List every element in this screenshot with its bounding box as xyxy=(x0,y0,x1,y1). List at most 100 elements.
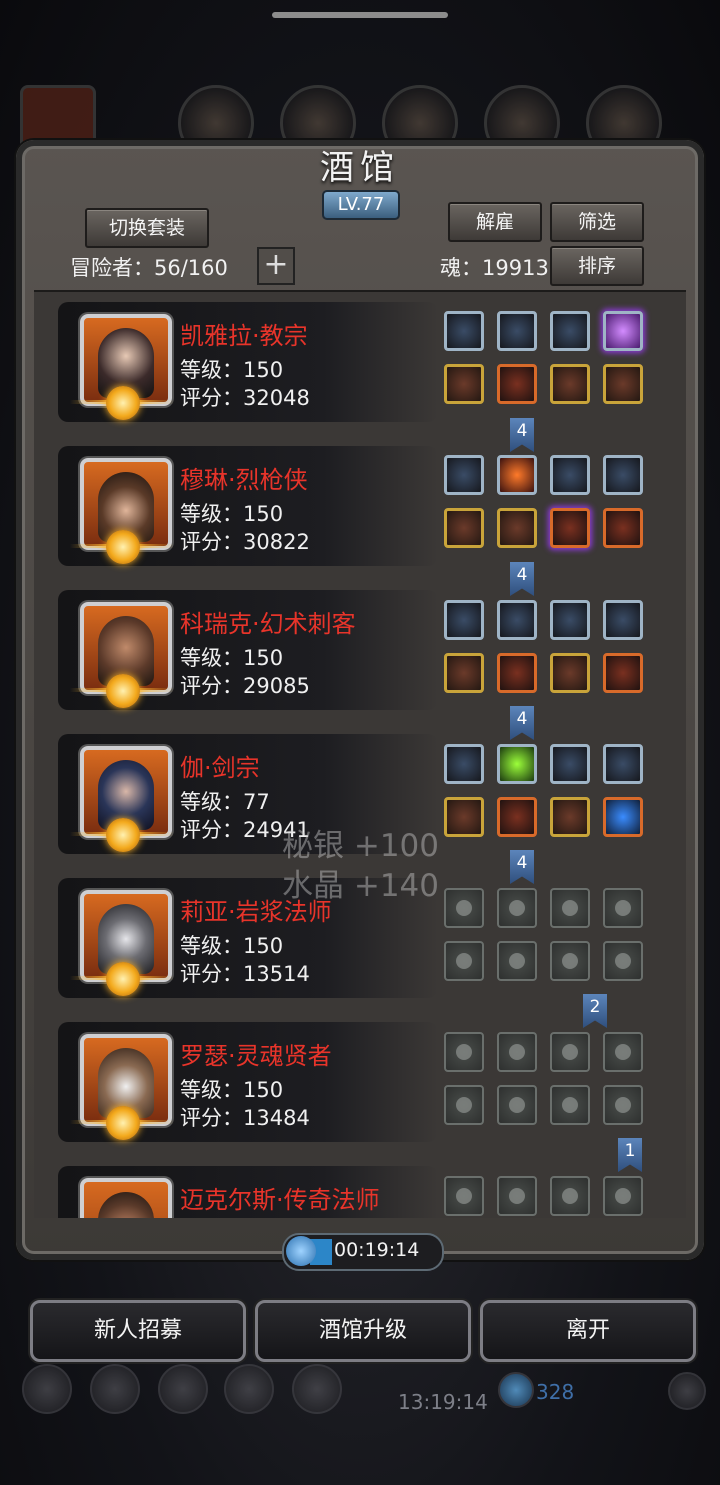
soul-count: 魂：19913 xyxy=(440,256,549,280)
gem-count: 328 xyxy=(536,1380,575,1404)
equip-flame-icon[interactable] xyxy=(497,455,537,495)
equip-claw-icon[interactable] xyxy=(550,797,590,837)
clock-icon xyxy=(286,1236,316,1266)
mail-icon xyxy=(224,1364,274,1414)
empty-slot-icon[interactable] xyxy=(497,941,537,981)
rank-star-icon xyxy=(106,530,140,564)
hero-name: 伽·剑宗 xyxy=(180,754,260,782)
equip-ring-icon[interactable] xyxy=(603,508,643,548)
empty-slot-icon[interactable] xyxy=(603,941,643,981)
gem-icon xyxy=(498,1372,534,1408)
equip-chestplate-icon[interactable] xyxy=(497,653,537,693)
equip-sword-icon[interactable] xyxy=(603,653,643,693)
refresh-timer: 00:19:14 xyxy=(282,1233,444,1271)
hero-row[interactable]: 凯雅拉·教宗 等级：150 评分：32048 xyxy=(58,302,438,422)
equip-necklace-icon[interactable] xyxy=(444,744,484,784)
hero-level: 等级：150 xyxy=(180,646,284,670)
filter-button[interactable]: 筛选 xyxy=(550,202,644,242)
hero-row[interactable]: 科瑞克·幻术刺客 等级：150 评分：29085 xyxy=(58,590,438,710)
empty-slot-icon[interactable] xyxy=(550,1176,590,1216)
hero-score: 评分：13484 xyxy=(180,1106,310,1130)
hero-portrait xyxy=(80,1178,172,1218)
pentagram-icon xyxy=(90,1364,140,1414)
swords-icon xyxy=(292,1364,342,1414)
equip-relic-icon[interactable] xyxy=(497,311,537,351)
hero-level: 等级：150 xyxy=(180,358,284,382)
hero-name: 穆琳·烈枪侠 xyxy=(180,466,308,494)
empty-slot-icon[interactable] xyxy=(497,1032,537,1072)
equip-staff-icon[interactable] xyxy=(444,364,484,404)
rank-star-icon xyxy=(106,1106,140,1140)
timer-text: 00:19:14 xyxy=(334,1239,420,1261)
settings-icon xyxy=(22,1364,72,1414)
equip-dagger-icon[interactable] xyxy=(444,653,484,693)
rank-star-icon xyxy=(106,962,140,996)
hero-level: 等级：77 xyxy=(180,790,270,814)
equip-crown-icon[interactable] xyxy=(603,364,643,404)
equip-medal-icon[interactable] xyxy=(550,455,590,495)
empty-slot-icon[interactable] xyxy=(550,1085,590,1125)
equip-pistol-icon[interactable] xyxy=(444,508,484,548)
hero-name: 科瑞克·幻术刺客 xyxy=(180,610,356,638)
equip-pyramid-icon[interactable] xyxy=(550,744,590,784)
hero-score: 评分：32048 xyxy=(180,386,310,410)
rank-star-icon xyxy=(106,386,140,420)
scroll-icon xyxy=(158,1364,208,1414)
equip-gauntlet-icon[interactable] xyxy=(497,797,537,837)
empty-slot-icon[interactable] xyxy=(550,888,590,928)
hero-row[interactable]: 迈克尔斯·传奇法师 xyxy=(58,1166,438,1218)
empty-slot-icon[interactable] xyxy=(497,888,537,928)
equip-necklace-icon[interactable] xyxy=(444,311,484,351)
equip-coat-icon[interactable] xyxy=(497,508,537,548)
equip-necklace-icon[interactable] xyxy=(444,600,484,640)
empty-slot-icon[interactable] xyxy=(603,1085,643,1125)
sort-button[interactable]: 排序 xyxy=(550,246,644,286)
empty-slot-icon[interactable] xyxy=(550,941,590,981)
upgrade-tavern-button[interactable]: 酒馆升级 xyxy=(255,1300,471,1362)
equip-gem-icon[interactable] xyxy=(603,311,643,351)
equip-necklace-icon[interactable] xyxy=(444,455,484,495)
hero-row[interactable]: 穆琳·烈枪侠 等级：150 评分：30822 xyxy=(58,446,438,566)
equip-robe-icon[interactable] xyxy=(497,364,537,404)
equip-armor-icon[interactable] xyxy=(497,600,537,640)
equip-bell-icon[interactable] xyxy=(603,744,643,784)
tavern-level-badge: LV.77 xyxy=(322,190,400,220)
equip-orb-icon[interactable] xyxy=(497,744,537,784)
equip-blade-icon[interactable] xyxy=(444,797,484,837)
equip-hammer-icon[interactable] xyxy=(603,600,643,640)
equip-ring-icon[interactable] xyxy=(550,653,590,693)
switch-set-button[interactable]: 切换套装 xyxy=(85,208,209,248)
empty-slot-icon[interactable] xyxy=(497,1176,537,1216)
dismiss-button[interactable]: 解雇 xyxy=(448,202,542,242)
equip-sapphire-icon[interactable] xyxy=(603,797,643,837)
sheet-handle[interactable] xyxy=(272,12,448,18)
empty-slot-icon[interactable] xyxy=(550,1032,590,1072)
adventurer-count: 冒险者：56/160 xyxy=(70,256,228,280)
rank-star-icon xyxy=(106,818,140,852)
empty-slot-icon[interactable] xyxy=(603,1176,643,1216)
add-gems-icon xyxy=(668,1372,706,1410)
empty-slot-icon[interactable] xyxy=(444,1176,484,1216)
leave-button[interactable]: 离开 xyxy=(480,1300,696,1362)
reward-popup-crystal: 水晶 +140 xyxy=(282,868,439,904)
empty-slot-icon[interactable] xyxy=(497,1085,537,1125)
empty-slot-icon[interactable] xyxy=(603,1032,643,1072)
equip-stone-icon[interactable] xyxy=(603,455,643,495)
equip-ring-icon[interactable] xyxy=(550,311,590,351)
reward-popup-mithril: 秘银 +100 xyxy=(282,828,439,864)
empty-slot-icon[interactable] xyxy=(603,888,643,928)
hero-level: 等级：150 xyxy=(180,934,284,958)
add-capacity-button[interactable]: + xyxy=(257,247,295,285)
hero-row[interactable]: 罗瑟·灵魂贤者 等级：150 评分：13484 xyxy=(58,1022,438,1142)
equip-glove-icon[interactable] xyxy=(550,508,590,548)
empty-slot-icon[interactable] xyxy=(444,941,484,981)
hero-name: 罗瑟·灵魂贤者 xyxy=(180,1042,332,1070)
hero-name: 迈克尔斯·传奇法师 xyxy=(180,1186,380,1214)
empty-slot-icon[interactable] xyxy=(444,1032,484,1072)
hero-score: 评分：13514 xyxy=(180,962,310,986)
empty-slot-icon[interactable] xyxy=(444,1085,484,1125)
empty-slot-icon[interactable] xyxy=(444,888,484,928)
equip-amulet-icon[interactable] xyxy=(550,364,590,404)
equip-scythe-icon[interactable] xyxy=(550,600,590,640)
recruit-button[interactable]: 新人招募 xyxy=(30,1300,246,1362)
